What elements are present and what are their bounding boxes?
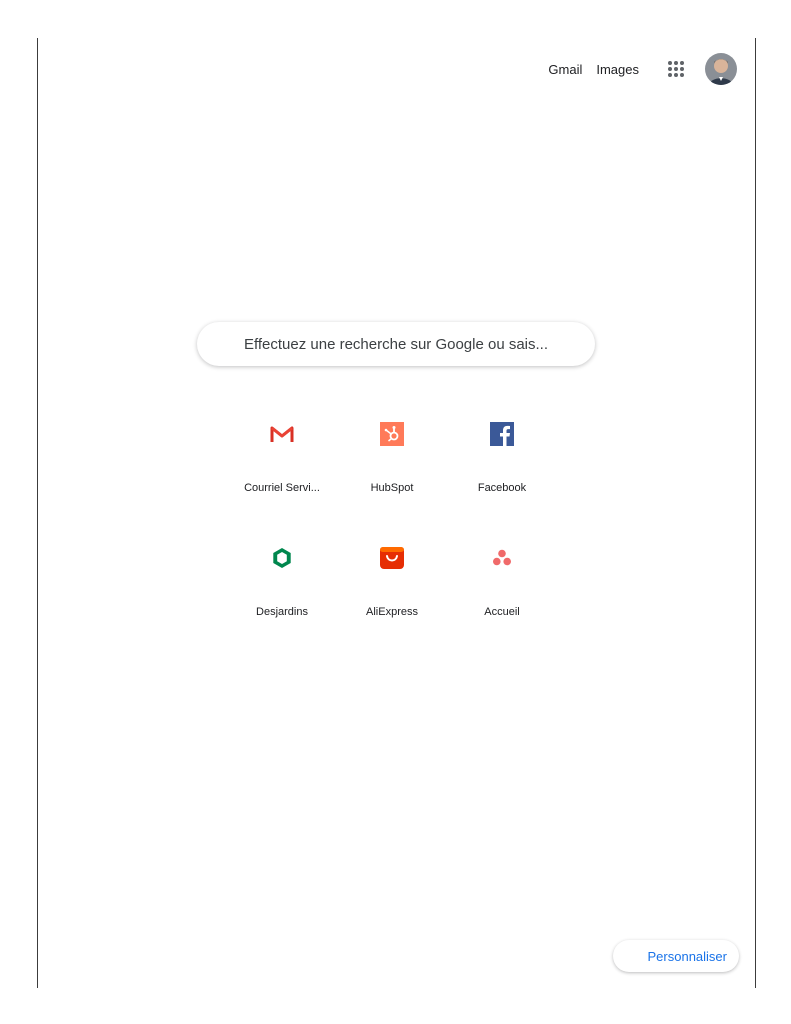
search-input[interactable] bbox=[224, 334, 568, 354]
shortcut-label: Desjardins bbox=[256, 606, 308, 618]
shortcut-label: AliExpress bbox=[366, 606, 418, 618]
shortcut-label: HubSpot bbox=[370, 482, 414, 494]
apps-grid-icon[interactable] bbox=[661, 54, 691, 84]
asana-icon bbox=[478, 534, 526, 582]
aliexpress-icon bbox=[368, 534, 416, 582]
customize-button[interactable]: Personnaliser bbox=[613, 940, 739, 972]
shortcut-tile-desjardins[interactable]: Desjardins bbox=[228, 526, 336, 638]
top-bar: Gmail Images bbox=[548, 53, 737, 85]
desjardins-icon bbox=[258, 534, 306, 582]
shortcut-tile-hubspot[interactable]: HubSpot bbox=[338, 402, 446, 514]
customize-label: Personnaliser bbox=[647, 948, 728, 964]
shortcut-tile-accueil[interactable]: Accueil bbox=[448, 526, 556, 638]
images-link[interactable]: Images bbox=[596, 62, 639, 77]
window-border-right bbox=[755, 38, 756, 988]
hubspot-icon bbox=[368, 410, 416, 458]
shortcut-label: Accueil bbox=[484, 606, 520, 618]
gmail-link[interactable]: Gmail bbox=[548, 62, 582, 77]
user-avatar[interactable] bbox=[705, 53, 737, 85]
gmail-icon bbox=[258, 410, 306, 458]
shortcut-label: Courriel Servi... bbox=[244, 482, 320, 494]
shortcut-tile-facebook[interactable]: Facebook bbox=[448, 402, 556, 514]
facebook-icon bbox=[478, 410, 526, 458]
shortcut-label: Facebook bbox=[477, 482, 527, 494]
search-box[interactable] bbox=[197, 322, 595, 366]
shortcuts-grid: Courriel Servi... HubSpot Facebook Desja… bbox=[228, 402, 564, 638]
shortcut-tile-aliexpress[interactable]: AliExpress bbox=[338, 526, 446, 638]
shortcut-tile-gmail[interactable]: Courriel Servi... bbox=[228, 402, 336, 514]
window-border-left bbox=[37, 38, 38, 988]
